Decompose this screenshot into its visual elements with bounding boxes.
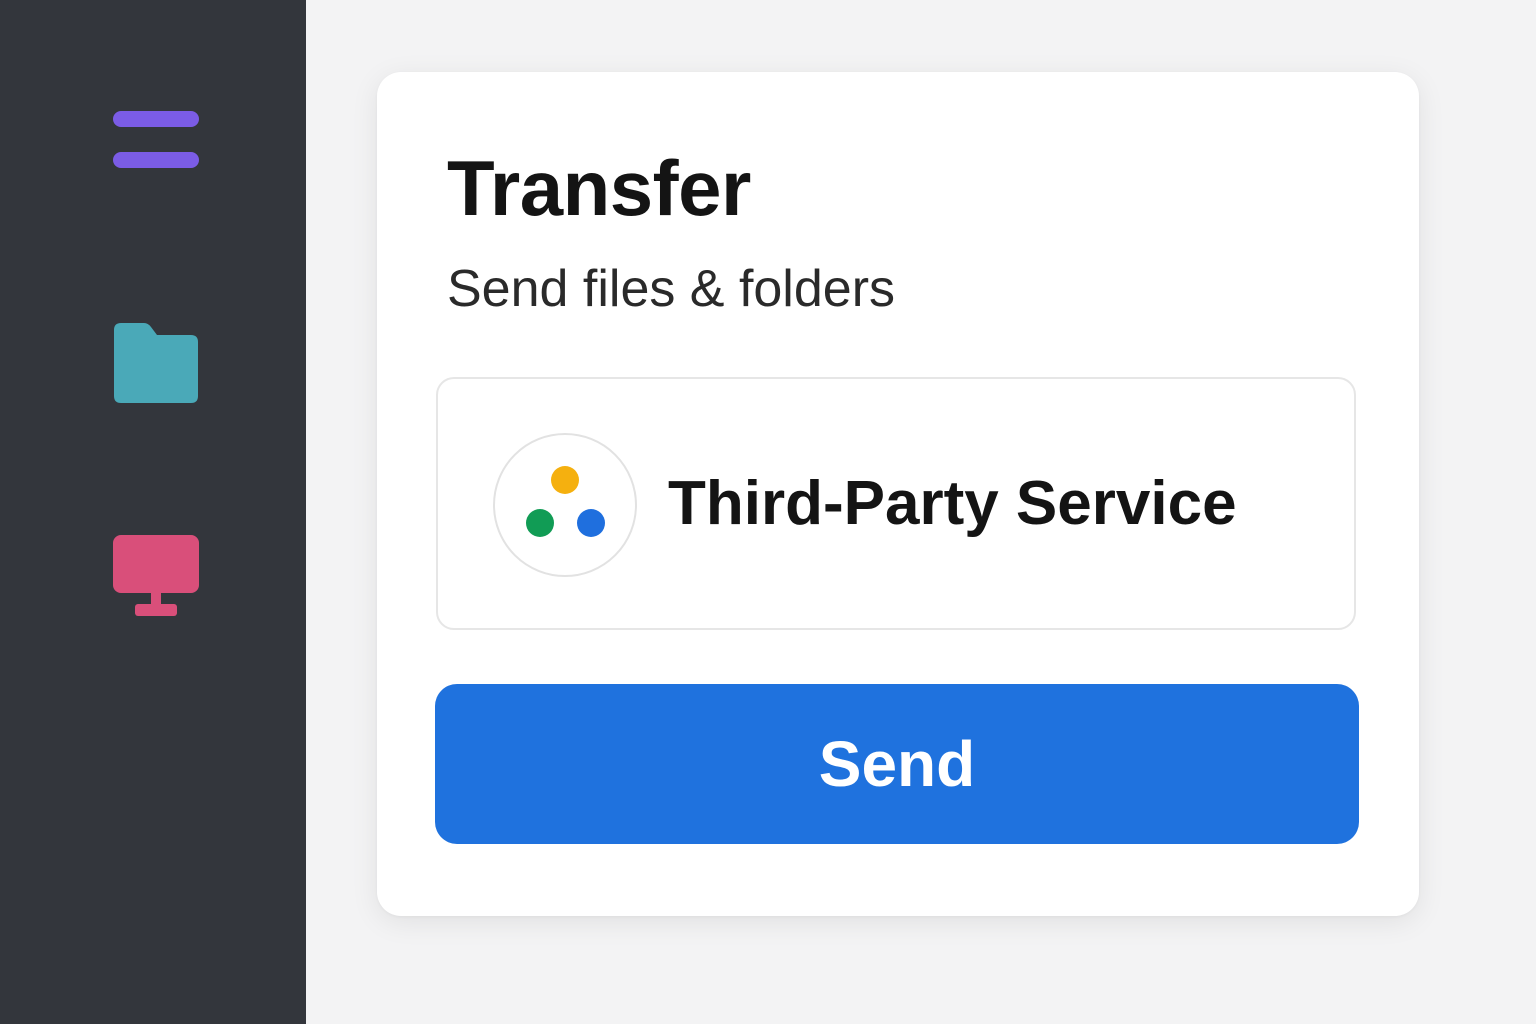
three-dots-logo-icon [493, 433, 637, 577]
transfer-card: Transfer Send files & folders Third-Part… [377, 72, 1419, 916]
hamburger-menu-icon [113, 111, 199, 168]
logo-dot-yellow [551, 466, 579, 494]
send-button[interactable]: Send [435, 684, 1359, 844]
service-option[interactable]: Third-Party Service [436, 377, 1356, 630]
service-name: Third-Party Service [668, 469, 1237, 538]
logo-dot-blue [577, 509, 605, 537]
page-subtitle: Send files & folders [447, 260, 896, 318]
folder-icon [114, 323, 198, 403]
page-title: Transfer [447, 144, 751, 232]
files-button[interactable] [110, 318, 202, 408]
sidebar [0, 0, 306, 1024]
screen-button[interactable] [110, 530, 202, 622]
logo-dot-green [526, 509, 554, 537]
monitor-icon [113, 535, 199, 616]
menu-button[interactable] [110, 105, 202, 177]
